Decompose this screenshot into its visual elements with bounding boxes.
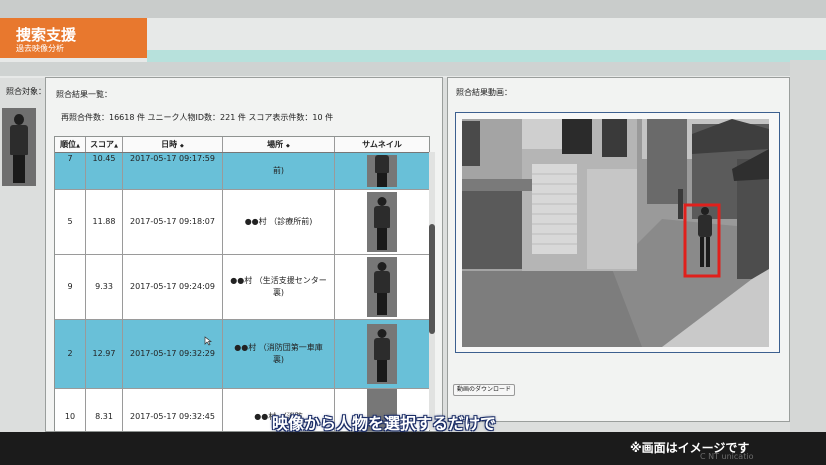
app-title: 捜索支援: [16, 26, 77, 44]
rank-cell: 9: [55, 255, 86, 319]
column-header-datetime[interactable]: 日時 ◆: [123, 137, 223, 152]
thumbnail-cell[interactable]: [335, 320, 429, 388]
target-label: 照合対象：: [6, 87, 46, 96]
rank-cell: 5: [55, 190, 86, 254]
sub-nav: [0, 62, 826, 76]
person-thumbnail: [367, 257, 397, 317]
video-title: 照合結果動画：: [456, 88, 512, 97]
sort-icon: ◆: [285, 143, 290, 149]
score-cell: 9.33: [86, 255, 123, 319]
column-header-rank[interactable]: 順位▲: [55, 137, 86, 152]
column-header-score[interactable]: スコア▲: [86, 137, 123, 152]
rank-cell: 2: [55, 320, 86, 388]
person-thumbnail: [367, 324, 397, 384]
datetime-cell: 2017-05-17 09:24:09: [123, 255, 223, 319]
thumbnail-cell[interactable]: [335, 190, 429, 254]
table-header: 順位▲ スコア▲ 日時 ◆ 場所 ◆ サムネイル: [55, 137, 429, 153]
table-row[interactable]: 7 10.45 2017-05-17 09:17:59 前): [55, 153, 429, 190]
scrollbar-thumb[interactable]: [429, 224, 435, 334]
target-thumbnail[interactable]: [2, 108, 36, 186]
results-title: 照合結果一覧：: [56, 90, 112, 99]
app-title-block: 捜索支援 過去映像分析: [0, 18, 147, 58]
video-caption: 映像から人物を選択するだけで: [272, 414, 497, 433]
thumbnail-cell[interactable]: [335, 153, 429, 189]
score-cell: 12.97: [86, 320, 123, 388]
results-scrollbar[interactable]: [429, 152, 435, 430]
place-cell: ●●村 （診療所前): [223, 190, 335, 254]
brand-watermark: C NT unicatio: [700, 452, 754, 461]
screen-edge: [790, 60, 826, 440]
datetime-cell: 2017-05-17 09:18:07: [123, 190, 223, 254]
column-header-place[interactable]: 場所 ◆: [223, 137, 335, 152]
rank-cell: 10: [55, 389, 86, 431]
results-table: 順位▲ スコア▲ 日時 ◆ 場所 ◆ サムネイル 7 10.45 2017-05…: [54, 136, 430, 432]
mouse-cursor-icon: [204, 336, 212, 346]
person-figure: [2, 108, 36, 186]
sort-icon: ◆: [179, 143, 184, 149]
top-strip: [0, 0, 826, 18]
column-header-thumbnail: サムネイル: [362, 140, 402, 149]
rank-cell: 7: [55, 153, 86, 189]
place-cell: 前): [223, 153, 335, 189]
score-cell: 11.88: [86, 190, 123, 254]
header-accent-bar: [147, 50, 826, 62]
table-row[interactable]: 5 11.88 2017-05-17 09:18:07 ●●村 （診療所前): [55, 190, 429, 255]
video-download-button[interactable]: 動画のダウンロード: [453, 384, 516, 396]
street-scene: [462, 119, 769, 347]
table-row[interactable]: 2 12.97 2017-05-17 09:32:29 ●●村 （消防団第一車庫…: [55, 320, 429, 389]
results-stats: 再照合件数：16618 件 ユニーク人物ID数：221 件 スコア表示件数：10…: [61, 113, 334, 122]
thumbnail-cell[interactable]: [335, 255, 429, 319]
datetime-cell: 2017-05-17 09:32:45: [123, 389, 223, 431]
sort-icon: ▲: [76, 143, 80, 149]
datetime-cell: 2017-05-17 09:32:29: [123, 320, 223, 388]
video-player[interactable]: [462, 119, 769, 347]
app-subtitle: 過去映像分析: [16, 44, 64, 53]
place-cell: ●●村 （消防団第一車庫裏): [223, 320, 335, 388]
person-thumbnail: [367, 192, 397, 252]
score-cell: 8.31: [86, 389, 123, 431]
place-cell: ●●村 （生活支援センター裏): [223, 255, 335, 319]
sort-icon: ▲: [114, 143, 118, 149]
score-cell: 10.45: [86, 153, 123, 189]
datetime-cell: 2017-05-17 09:17:59: [123, 153, 223, 189]
person-thumbnail: [367, 155, 397, 187]
table-row[interactable]: 9 9.33 2017-05-17 09:24:09 ●●村 （生活支援センター…: [55, 255, 429, 320]
